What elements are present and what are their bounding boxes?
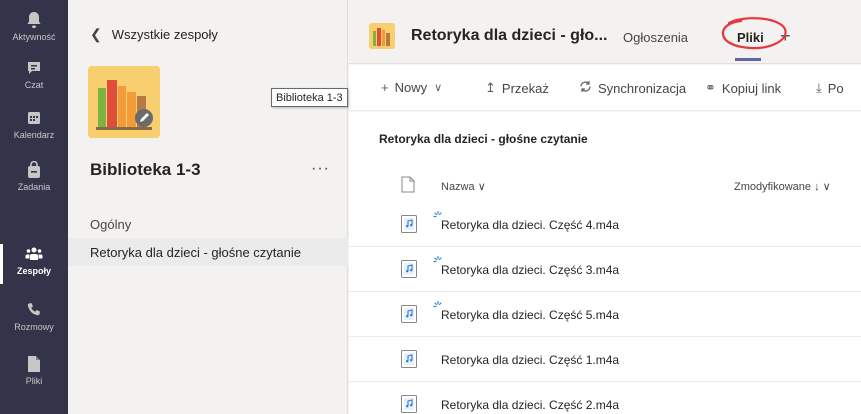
audio-file-icon xyxy=(401,395,417,413)
rail-item-files[interactable]: Pliki xyxy=(0,350,68,398)
chevron-left-icon: ❮ xyxy=(90,26,102,42)
chat-icon xyxy=(24,58,44,78)
files-list: Retoryka dla dzieci - głośne czytanie Na… xyxy=(349,112,861,414)
bell-icon xyxy=(24,10,44,30)
download-button[interactable]: ⤓ Po xyxy=(816,80,844,96)
chevron-down-icon: ∨ xyxy=(822,181,831,193)
file-name: Retoryka dla dzieci. Część 5.m4a xyxy=(441,308,620,322)
channel-rhetoric[interactable]: Retoryka dla dzieci - głośne czytanie xyxy=(68,238,348,266)
rail-label: Aktywność xyxy=(12,32,56,42)
files-toolbar: + Nowy ∨ ↥ Przekaż Synchronizacja ⚭ Kopi… xyxy=(349,65,861,111)
all-teams-link[interactable]: ❮ Wszystkie zespoły xyxy=(90,26,218,43)
copy-link-label: Kopiuj link xyxy=(721,80,782,96)
chevron-down-icon: ∨ xyxy=(477,181,486,193)
upload-button[interactable]: ↥ Przekaż xyxy=(485,80,549,96)
file-row[interactable]: Retoryka dla dzieci. Część 5.m4a xyxy=(349,292,861,337)
file-name: Retoryka dla dzieci. Część 3.m4a xyxy=(441,263,620,277)
team-name: Biblioteka 1-3 xyxy=(90,160,201,179)
file-name: Retoryka dla dzieci. Część 1.m4a xyxy=(441,353,620,367)
app-rail: Aktywność Czat Kalendarz Zadania Zespoły xyxy=(0,0,68,414)
team-tooltip: Biblioteka 1-3 xyxy=(271,88,348,107)
main-area: Retoryka dla dzieci - gło... Ogłoszenia … xyxy=(349,0,861,414)
sync-label: Synchronizacja xyxy=(598,80,687,96)
rail-label: Rozmowy xyxy=(14,322,54,332)
rail-item-chat[interactable]: Czat xyxy=(0,54,68,102)
upload-icon: ↥ xyxy=(485,80,496,95)
sync-button[interactable]: Synchronizacja xyxy=(579,80,686,96)
rail-item-calendar[interactable]: Kalendarz xyxy=(0,104,68,152)
teams-icon xyxy=(24,244,44,264)
new-label: Nowy xyxy=(394,80,428,95)
download-icon: ⤓ xyxy=(816,80,822,95)
rail-label: Zadania xyxy=(17,182,51,192)
books-icon xyxy=(88,66,160,138)
team-panel: ❮ Wszystkie zespoły Biblioteka 1-3 ··· O… xyxy=(68,0,348,414)
phone-icon xyxy=(24,300,44,320)
all-teams-label: Wszystkie zespoły xyxy=(111,27,218,42)
file-name: Retoryka dla dzieci. Część 4.m4a xyxy=(441,218,620,232)
column-modified-label: Zmodyfikowane ↓ xyxy=(734,181,820,193)
file-row[interactable]: Retoryka dla dzieci. Część 1.m4a xyxy=(349,337,861,382)
calendar-icon xyxy=(24,108,44,128)
more-options-button[interactable]: ··· xyxy=(311,160,330,178)
teams-window: Aktywność Czat Kalendarz Zadania Zespoły xyxy=(0,0,861,414)
column-name[interactable]: Nazwa ∨ xyxy=(441,180,486,193)
channel-label: Ogólny xyxy=(90,216,132,232)
rail-label: Zespoły xyxy=(16,266,51,276)
rail-item-tasks[interactable]: Zadania xyxy=(0,156,68,204)
rail-label: Czat xyxy=(24,80,44,90)
plus-icon: + xyxy=(381,80,389,95)
sync-icon xyxy=(579,80,592,96)
new-button[interactable]: + Nowy ∨ xyxy=(381,80,442,95)
file-row[interactable]: Retoryka dla dzieci. Część 2.m4a xyxy=(349,382,861,414)
channel-label: Retoryka dla dzieci - głośne czytanie xyxy=(90,244,301,260)
file-name: Retoryka dla dzieci. Część 2.m4a xyxy=(441,398,620,412)
team-avatar[interactable] xyxy=(88,66,160,138)
link-icon: ⚭ xyxy=(705,80,716,95)
audio-file-icon xyxy=(401,215,417,233)
file-row[interactable]: Retoryka dla dzieci. Część 3.m4a xyxy=(349,247,861,292)
download-label: Po xyxy=(827,80,844,96)
column-header: Nazwa ∨ Zmodyfikowane ↓ ∨ xyxy=(349,172,861,202)
active-tab-indicator xyxy=(735,58,761,61)
add-tab-button[interactable]: + xyxy=(780,26,791,47)
tab-files[interactable]: Pliki xyxy=(737,30,764,45)
document-icon xyxy=(401,176,415,198)
rail-label: Pliki xyxy=(25,376,43,386)
rail-item-activity[interactable]: Aktywność xyxy=(0,6,68,54)
column-modified[interactable]: Zmodyfikowane ↓ ∨ xyxy=(734,180,831,193)
tab-announcements[interactable]: Ogłoszenia xyxy=(623,30,688,45)
file-row[interactable]: Retoryka dla dzieci. Część 4.m4a xyxy=(349,202,861,247)
rail-label: Kalendarz xyxy=(13,130,55,140)
audio-file-icon xyxy=(401,350,417,368)
folder-title: Retoryka dla dzieci - głośne czytanie xyxy=(379,132,588,146)
channel-header: Retoryka dla dzieci - gło... Ogłoszenia … xyxy=(349,0,861,64)
books-icon xyxy=(369,23,395,49)
audio-file-icon xyxy=(401,305,417,323)
chevron-down-icon: ∨ xyxy=(434,82,443,94)
rail-item-calls[interactable]: Rozmowy xyxy=(0,296,68,344)
bag-icon xyxy=(24,160,44,180)
channel-title: Retoryka dla dzieci - gło... xyxy=(411,27,608,44)
file-icon xyxy=(24,354,44,374)
channel-team-icon xyxy=(369,23,395,49)
rail-item-teams[interactable]: Zespoły xyxy=(0,240,68,288)
copy-link-button[interactable]: ⚭ Kopiuj link xyxy=(705,80,781,96)
column-name-label: Nazwa xyxy=(441,181,475,193)
channel-general[interactable]: Ogólny xyxy=(68,210,348,238)
audio-file-icon xyxy=(401,260,417,278)
upload-label: Przekaż xyxy=(501,80,549,96)
